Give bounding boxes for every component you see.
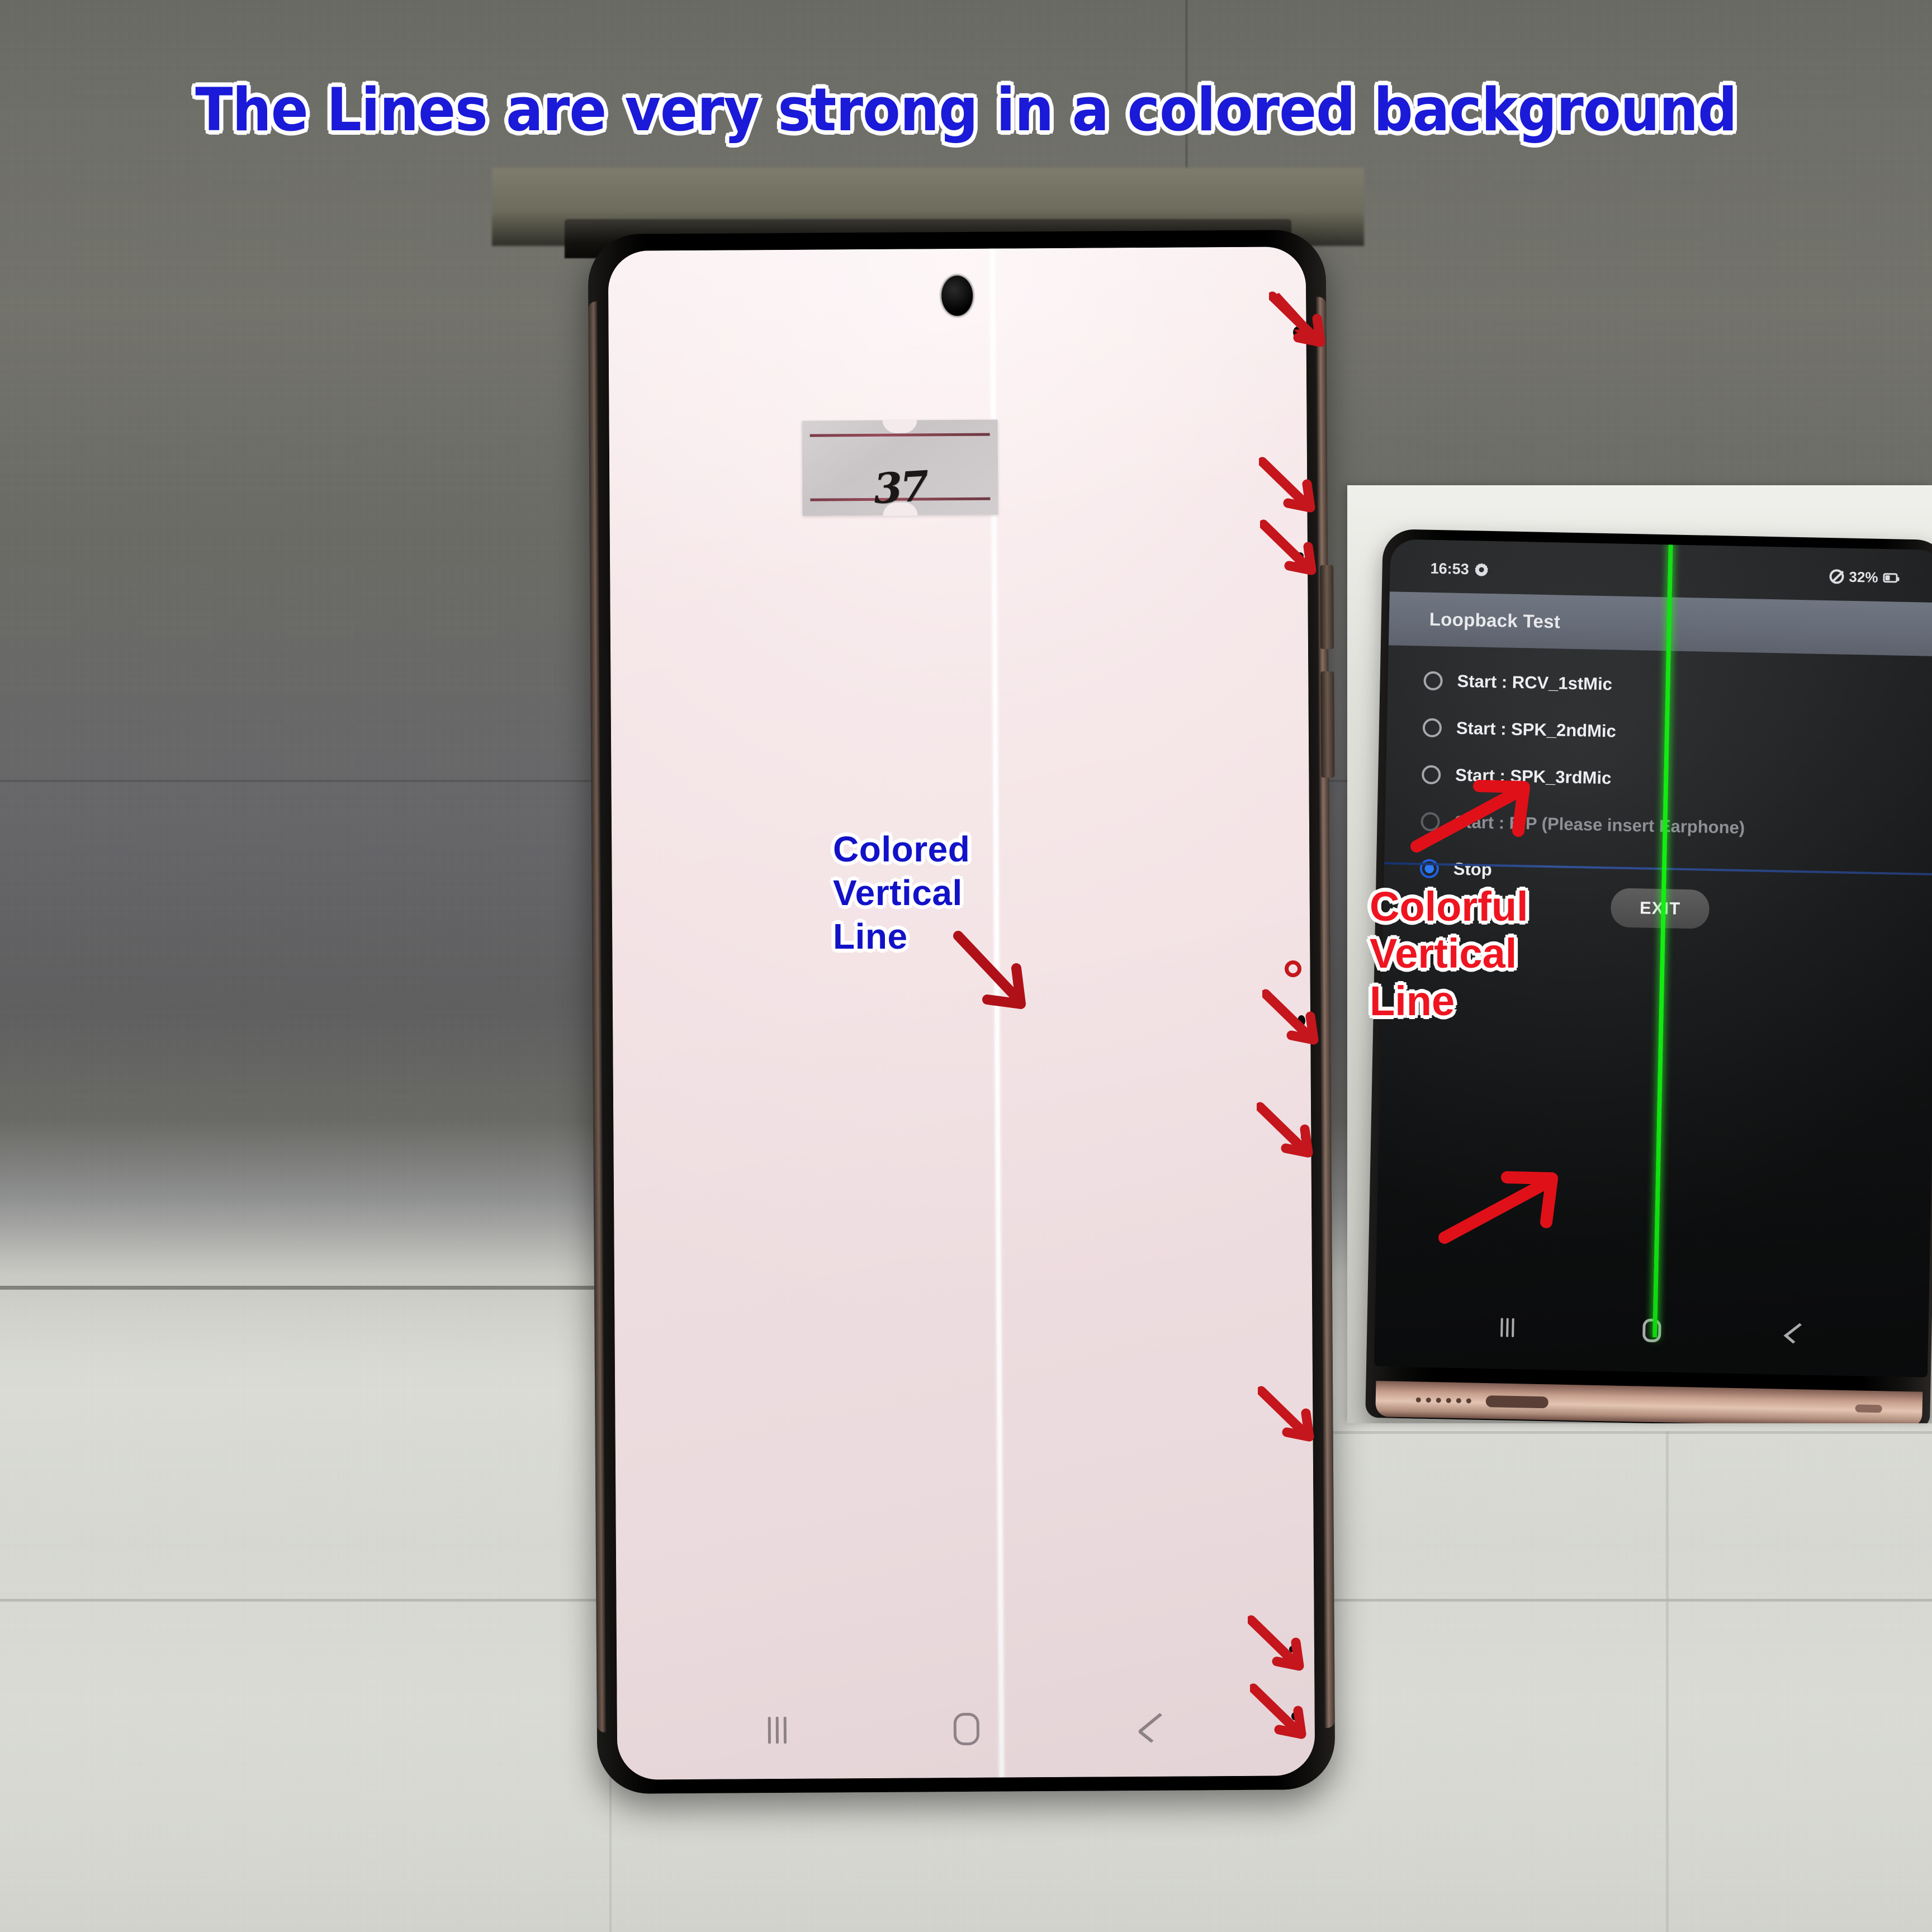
annotation-line-1: Colorful — [1370, 883, 1528, 930]
sticker-rule — [809, 433, 990, 437]
defect-arrow-icon — [1262, 989, 1319, 1045]
defect-arrow-icon — [1259, 457, 1315, 513]
option-label: Start : SPK_2ndMic — [1456, 718, 1617, 741]
main-phone-nav-bar — [617, 1711, 1315, 1748]
radio-icon-selected[interactable] — [1419, 859, 1439, 879]
page-title: The Lines are very strong in a colored b… — [195, 75, 1737, 144]
s-pen-slot — [1855, 1404, 1882, 1413]
battery-percent: 32% — [1849, 568, 1878, 586]
battery-icon — [1883, 572, 1898, 583]
defect-arrow-icon — [1269, 291, 1325, 347]
mute-icon — [1829, 569, 1844, 584]
annotation-line-2: Vertical — [833, 873, 963, 913]
front-camera-punch-hole — [941, 275, 973, 316]
option-label: Stop — [1453, 859, 1493, 880]
annotation-line-1: Colored — [833, 829, 970, 869]
status-time: 16:53 — [1430, 560, 1470, 577]
floor-seam — [1286, 1431, 1932, 1434]
annotation-arrow-icon — [953, 931, 1026, 1009]
recents-icon[interactable] — [1500, 1318, 1514, 1338]
volume-down-button[interactable] — [1320, 671, 1335, 778]
gear-icon — [1475, 563, 1488, 576]
home-icon[interactable] — [953, 1712, 979, 1746]
price-sticker: 37 — [802, 419, 998, 516]
speaker-grille-icon — [1415, 1397, 1471, 1404]
app-title: Loopback Test — [1429, 608, 1561, 632]
inset-app-bar: Loopback Test — [1388, 591, 1932, 657]
sticker-handwriting: 37 — [872, 462, 929, 514]
annotation-line-2: Vertical — [1370, 930, 1517, 977]
usb-c-port — [1485, 1395, 1549, 1408]
back-icon[interactable] — [1137, 1713, 1174, 1743]
green-line-arrow-icon — [1438, 1171, 1558, 1244]
defect-arrow-icon — [1248, 1615, 1304, 1671]
defect-arrow-icon — [1250, 1683, 1306, 1739]
radio-icon[interactable] — [1423, 671, 1443, 691]
back-icon[interactable] — [1783, 1323, 1809, 1344]
floor-seam — [1666, 1431, 1669, 1932]
green-line-arrow-icon — [1410, 780, 1530, 853]
defect-circle-marker — [1285, 960, 1301, 977]
main-phone-annotation: Colored Vertical Line — [833, 827, 970, 958]
option-label: Start : RCV_1stMic — [1457, 671, 1613, 694]
annotation-line-3: Line — [1370, 977, 1455, 1024]
radio-icon[interactable] — [1422, 718, 1442, 738]
defect-arrow-icon — [1257, 1102, 1313, 1158]
defect-arrow-icon — [1260, 519, 1317, 575]
annotation-line-3: Line — [833, 916, 908, 957]
defect-arrow-icon — [1258, 1386, 1314, 1442]
exit-button[interactable]: EXIT — [1610, 888, 1710, 929]
inset-phone-bottom-edge — [1375, 1381, 1923, 1423]
recents-icon[interactable] — [768, 1716, 787, 1744]
inset-phone-annotation: Colorful Vertical Line — [1370, 883, 1528, 1025]
inset-phone-nav-bar — [1375, 1298, 1929, 1363]
